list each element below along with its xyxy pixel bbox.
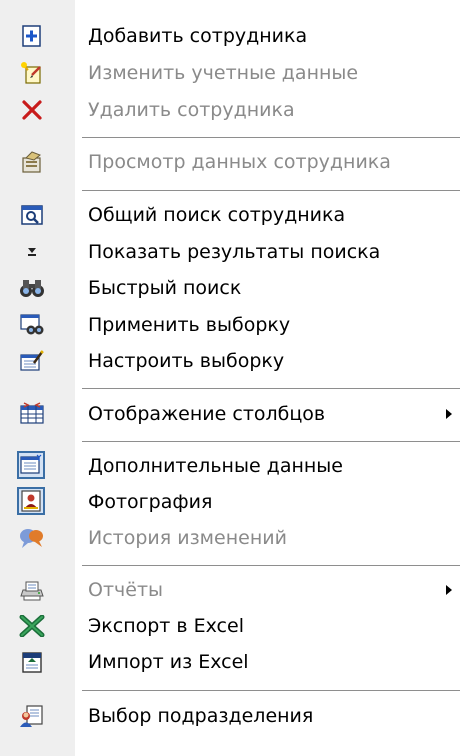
menu-item-label: Настроить выборку [88,350,285,372]
edit-credentials-icon [19,60,45,86]
menu-item-photo[interactable]: Фотография [0,484,466,520]
menu-item-edit-credentials[interactable]: Изменить учетные данные [0,55,466,91]
menu-separator [82,388,460,390]
general-search-icon [19,202,45,228]
menu-item-label: Изменить учетные данные [88,62,359,84]
menu-separator [82,690,460,692]
menu-item-change-history[interactable]: История изменений [0,520,466,556]
menu-item-general-search[interactable]: Общий поиск сотрудника [0,197,466,233]
menu-item-label: Отчёты [88,579,164,601]
configure-filter-icon [19,348,45,374]
menu-item-label: Экспорт в Excel [88,615,244,637]
history-icon [19,525,45,551]
menu-item-label: История изменений [88,527,287,549]
menu-item-select-department[interactable]: Выбор подразделения [0,698,466,734]
menu-item-label: Показать результаты поиска [88,241,381,263]
excel-export-icon [19,613,45,639]
menu-item-label: Отображение столбцов [88,403,326,425]
menu-item-label: Удалить сотрудника [88,99,295,121]
submenu-arrow-icon [446,409,452,419]
menu-item-column-display[interactable]: Отображение столбцов [0,396,466,432]
reports-icon [19,577,45,603]
menu-item-label: Применить выборку [88,314,291,336]
menu-item-label: Импорт из Excel [88,651,249,673]
add-employee-icon [19,23,45,49]
menu-item-configure-filter[interactable]: Настроить выборку [0,343,466,379]
menu-item-label: Быстрый поиск [88,277,242,299]
menu-item-additional-data[interactable]: Дополнительные данные [0,448,466,484]
submenu-arrow-icon [446,585,452,595]
menu-item-apply-filter[interactable]: Применить выборку [0,307,466,343]
delete-icon [19,97,45,123]
menu-item-delete-employee[interactable]: Удалить сотрудника [0,92,466,128]
menu-item-label: Добавить сотрудника [88,25,308,47]
menu-item-quick-search[interactable]: Быстрый поиск [0,270,466,306]
menu-separator [82,441,460,443]
menu-separator [82,137,460,139]
menu-item-label: Общий поиск сотрудника [88,204,346,226]
apply-filter-icon [19,312,45,338]
excel-import-icon [19,649,45,675]
photo-icon [17,487,45,515]
menu-item-add-employee[interactable]: Добавить сотрудника [0,18,466,54]
menu-item-label: Фотография [88,491,213,513]
menu-separator [82,565,460,567]
select-department-icon [19,703,45,729]
binoculars-icon [19,275,45,301]
menu-item-view-employee[interactable]: Просмотр данных сотрудника [0,144,466,180]
context-menu: Добавить сотрудника Изменить учетные дан… [0,0,466,756]
menu-item-label: Выбор подразделения [88,705,314,727]
menu-item-show-results[interactable]: Показать результаты поиска [0,234,466,270]
show-results-icon [19,239,45,265]
menu-item-import-excel[interactable]: Импорт из Excel [0,644,466,680]
additional-data-icon [17,451,45,479]
menu-item-reports[interactable]: Отчёты [0,572,466,608]
menu-item-label: Просмотр данных сотрудника [88,151,391,173]
menu-item-export-excel[interactable]: Экспорт в Excel [0,608,466,644]
view-employee-icon [19,149,45,175]
columns-icon [19,401,45,427]
menu-item-label: Дополнительные данные [88,455,343,477]
menu-separator [82,190,460,192]
